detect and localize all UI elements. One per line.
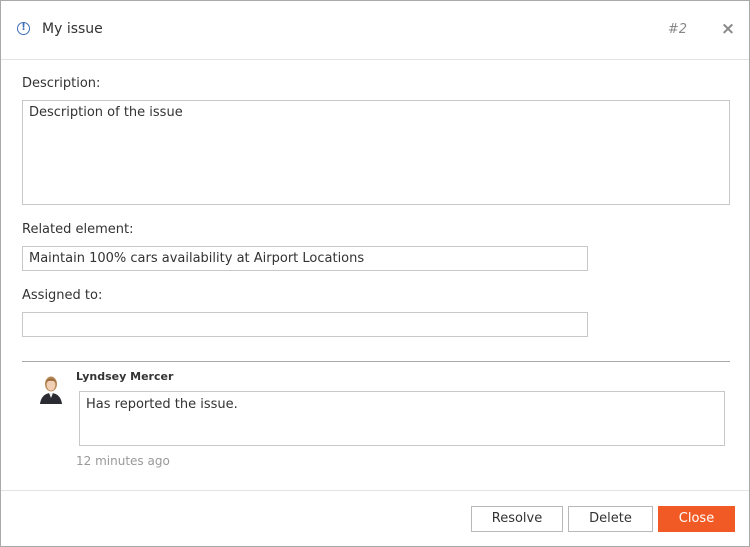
related-element-field[interactable]: Maintain 100% cars availability at Airpo… bbox=[22, 246, 588, 271]
related-element-label: Related element: bbox=[22, 222, 134, 237]
dialog-title: My issue bbox=[42, 21, 103, 37]
comments-divider bbox=[22, 361, 730, 362]
avatar bbox=[38, 371, 64, 404]
issue-number: #2 bbox=[667, 22, 687, 37]
description-label: Description: bbox=[22, 76, 101, 91]
footer-divider bbox=[1, 490, 749, 491]
close-icon[interactable]: × bbox=[720, 19, 736, 39]
comment-text: Has reported the issue. bbox=[79, 391, 725, 446]
comment-timestamp: 12 minutes ago bbox=[76, 454, 170, 468]
delete-button[interactable]: Delete bbox=[568, 506, 653, 532]
assigned-to-field[interactable] bbox=[22, 312, 588, 337]
exclamation-circle-icon: ! bbox=[17, 22, 30, 35]
issue-dialog: ! My issue #2 × Description: Description… bbox=[0, 0, 750, 547]
close-button[interactable]: Close bbox=[658, 506, 735, 532]
description-textarea[interactable]: Description of the issue bbox=[22, 100, 730, 205]
dialog-header: ! My issue #2 × bbox=[1, 1, 749, 60]
resolve-button[interactable]: Resolve bbox=[471, 506, 563, 532]
assigned-to-label: Assigned to: bbox=[22, 288, 103, 303]
comment-author: Lyndsey Mercer bbox=[76, 370, 174, 383]
user-avatar-icon bbox=[38, 371, 64, 404]
